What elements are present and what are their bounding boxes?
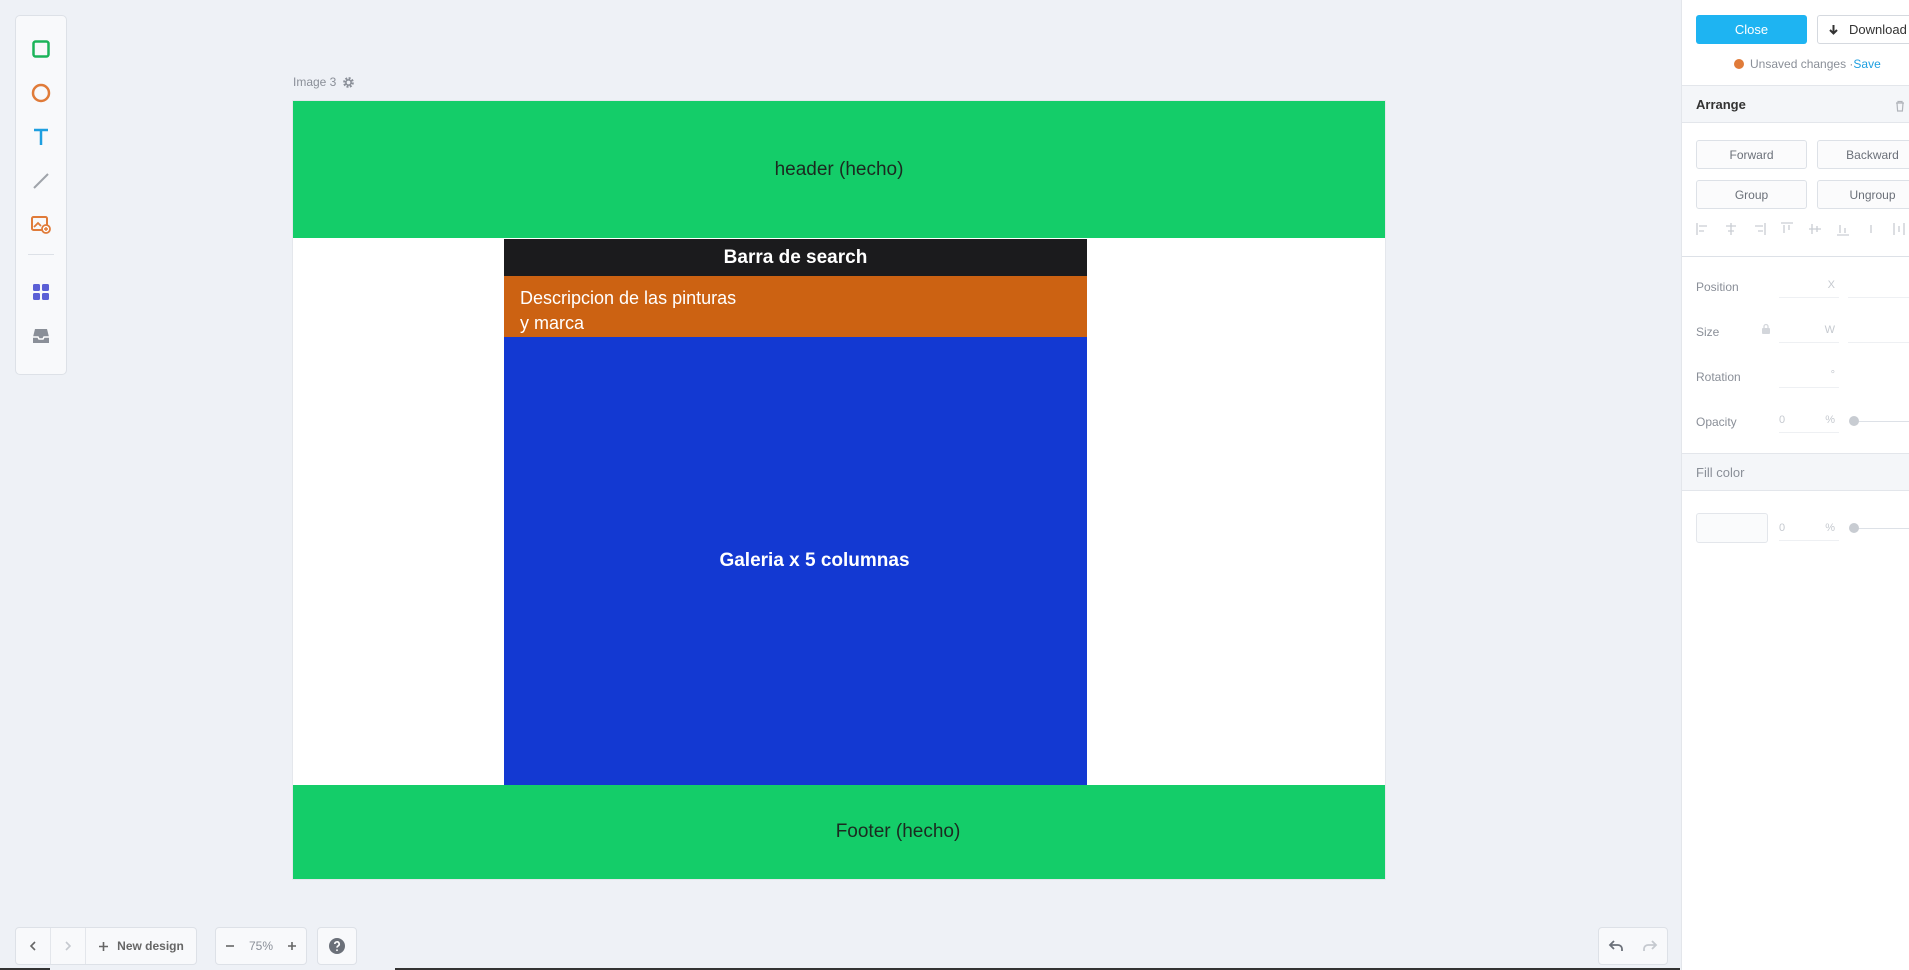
ungroup-button[interactable]: Ungroup: [1817, 180, 1909, 209]
history-controls: [1598, 927, 1668, 965]
distribute-vertical-icon[interactable]: [1892, 222, 1906, 236]
undo-button[interactable]: [1599, 928, 1633, 964]
align-top-icon[interactable]: [1780, 222, 1794, 236]
components-tool[interactable]: [26, 277, 56, 307]
design-navigation: New design: [15, 927, 197, 965]
toolbar-divider: [28, 254, 54, 255]
height-input[interactable]: [1848, 317, 1909, 343]
fill-opacity-input[interactable]: 0: [1779, 515, 1794, 541]
align-center-vertical-icon[interactable]: [1808, 222, 1822, 236]
line-icon: [33, 173, 49, 189]
description-block[interactable]: Descripcion de las pinturas y marca: [504, 276, 1087, 337]
width-input[interactable]: W: [1779, 317, 1839, 343]
image-tool[interactable]: [26, 210, 56, 240]
fill-opacity-slider-track[interactable]: [1854, 528, 1909, 529]
fill-opacity-unit: %: [1794, 515, 1839, 541]
gallery-block-label: Galeria x 5 columnas: [719, 550, 910, 571]
lock-icon[interactable]: [1761, 323, 1771, 335]
redo-button[interactable]: [1633, 928, 1667, 964]
rectangle-tool[interactable]: [26, 34, 56, 64]
fill-color-section-header: Fill color: [1682, 453, 1909, 491]
unsaved-text: Unsaved changes ·: [1750, 57, 1854, 71]
circle-icon: [31, 83, 51, 103]
zoom-in-button[interactable]: [278, 928, 306, 964]
status-dot-icon: [1734, 59, 1744, 69]
align-right-icon[interactable]: [1752, 222, 1766, 236]
gallery-block[interactable]: Galeria x 5 columnas: [504, 337, 1087, 785]
save-link[interactable]: Save: [1853, 57, 1880, 71]
zoom-out-button[interactable]: [216, 928, 244, 964]
description-block-label: Descripcion de las pinturas y marca: [520, 288, 737, 333]
arrange-section-header: Arrange: [1682, 85, 1909, 123]
unsaved-status: Unsaved changes · Save: [1734, 57, 1881, 71]
next-design-button[interactable]: [51, 928, 85, 964]
search-bar-block[interactable]: Barra de search: [504, 239, 1087, 276]
properties-panel: Close Download Unsaved changes · Save Ar…: [1681, 0, 1909, 970]
help-icon: [329, 938, 345, 954]
arrange-title: Arrange: [1696, 96, 1746, 112]
design-canvas[interactable]: header (hecho) Barra de search Descripci…: [293, 101, 1385, 879]
forward-button[interactable]: Forward: [1696, 140, 1807, 169]
group-button[interactable]: Group: [1696, 180, 1807, 209]
new-design-button[interactable]: New design: [86, 928, 196, 964]
fill-color-title: Fill color: [1696, 464, 1745, 480]
header-block[interactable]: header (hecho): [293, 101, 1385, 238]
rotation-label: Rotation: [1696, 370, 1741, 384]
opacity-unit: %: [1794, 407, 1839, 433]
zoom-controls: 75%: [215, 927, 307, 965]
help-button[interactable]: [317, 927, 357, 965]
grid-icon: [33, 284, 49, 300]
download-label: Download: [1849, 22, 1907, 37]
prev-design-button[interactable]: [16, 928, 50, 964]
position-label: Position: [1696, 280, 1739, 294]
text-icon: [34, 128, 48, 145]
opacity-input[interactable]: 0: [1779, 407, 1794, 433]
minus-icon: [226, 945, 234, 947]
plus-icon: [288, 942, 296, 950]
position-x-input[interactable]: X: [1779, 272, 1839, 298]
opacity-label: Opacity: [1696, 415, 1737, 429]
align-bottom-icon[interactable]: [1836, 222, 1850, 236]
zoom-level: 75%: [248, 939, 274, 953]
search-bar-block-label: Barra de search: [723, 246, 868, 268]
tools-toolbar: [15, 15, 67, 375]
footer-block[interactable]: Footer (hecho): [293, 785, 1385, 879]
fill-opacity-slider-handle[interactable]: [1849, 523, 1859, 533]
line-tool[interactable]: [26, 166, 56, 196]
gear-icon[interactable]: [342, 76, 355, 89]
header-block-label: header (hecho): [774, 158, 904, 180]
backward-button[interactable]: Backward: [1817, 140, 1909, 169]
library-tool[interactable]: [26, 321, 56, 351]
distribute-horizontal-icon[interactable]: [1864, 222, 1878, 236]
section-divider: [1682, 256, 1909, 257]
canvas-title: Image 3: [293, 75, 337, 89]
canvas-label: Image 3: [293, 75, 355, 89]
text-tool[interactable]: [26, 122, 56, 152]
chevron-right-icon: [65, 941, 72, 951]
opacity-slider-handle[interactable]: [1849, 416, 1859, 426]
fill-color-swatch[interactable]: [1696, 513, 1768, 543]
trash-icon[interactable]: [1895, 100, 1905, 112]
opacity-slider-track[interactable]: [1854, 421, 1909, 422]
undo-icon: [1608, 940, 1623, 951]
align-left-icon[interactable]: [1696, 222, 1710, 236]
ellipse-tool[interactable]: [26, 78, 56, 108]
inbox-icon: [33, 329, 49, 343]
redo-icon: [1643, 940, 1658, 951]
new-design-label: New design: [117, 939, 184, 953]
close-button[interactable]: Close: [1696, 15, 1807, 44]
square-icon: [32, 40, 50, 58]
size-label: Size: [1696, 325, 1720, 339]
rotation-input[interactable]: °: [1779, 362, 1839, 388]
alignment-toolbar: [1696, 222, 1906, 236]
download-button[interactable]: Download: [1817, 15, 1909, 44]
position-y-input[interactable]: [1848, 272, 1909, 298]
align-center-horizontal-icon[interactable]: [1724, 222, 1738, 236]
footer-block-label: Footer (hecho): [835, 821, 961, 842]
download-icon: [1829, 24, 1838, 35]
image-icon: [31, 216, 51, 234]
chevron-left-icon: [29, 941, 36, 951]
plus-icon: [99, 941, 109, 951]
